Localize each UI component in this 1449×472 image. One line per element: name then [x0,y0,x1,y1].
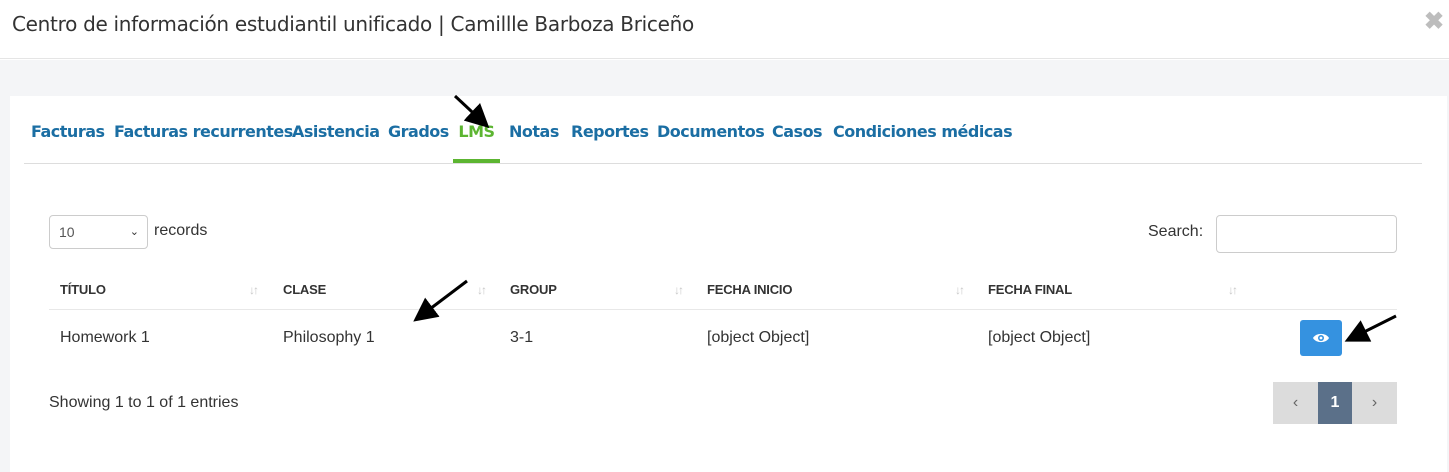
cell-clase: Philosophy 1 [283,329,375,346]
column-header-titulo[interactable]: TÍTULO [60,282,106,297]
tab-lms[interactable]: LMS [453,110,500,163]
column-header-clase[interactable]: CLASE [283,282,326,297]
cell-titulo: Homework 1 [60,329,150,346]
table-header-divider [49,309,1397,310]
cell-group: 3-1 [510,329,534,346]
sort-arrows-icon[interactable]: ↓↑ [477,283,487,297]
tab-facturas-recurrentes[interactable]: Facturas recurrentes [114,110,293,163]
chevron-down-icon: ⌄ [129,226,139,238]
sort-arrows-icon[interactable]: ↓↑ [1228,283,1238,297]
pagination-next[interactable]: › [1352,382,1397,424]
cell-fecha-final: [object Object] [988,329,1091,346]
tab-condiciones-medicas[interactable]: Condiciones médicas [833,110,1013,163]
modal-title: Centro de información estudiantil unific… [12,12,694,36]
tab-casos[interactable]: Casos [772,110,823,163]
view-button[interactable] [1300,320,1342,356]
sort-arrows-icon[interactable]: ↓↑ [674,283,684,297]
cell-fecha-inicio: [object Object] [707,329,810,346]
pagination-page-1[interactable]: 1 [1318,382,1352,424]
sort-arrows-icon[interactable]: ↓↑ [249,283,259,297]
tab-grados[interactable]: Grados [388,110,449,163]
tab-notas[interactable]: Notas [509,110,559,163]
column-header-fecha-final[interactable]: FECHA FINAL [988,282,1072,297]
tab-documentos[interactable]: Documentos [657,110,765,163]
column-header-group[interactable]: GROUP [510,282,557,297]
modal-header: Centro de información estudiantil unific… [0,0,1449,59]
column-header-fecha-inicio[interactable]: FECHA INICIO [707,282,792,297]
search-input[interactable] [1216,215,1397,253]
records-length-select[interactable]: 10 ⌄ [49,215,148,249]
tab-asistencia[interactable]: Asistencia [292,110,380,163]
tab-bar: Facturas Facturas recurrentes Asistencia… [24,110,1422,164]
records-label: records [154,222,208,239]
pagination-previous[interactable]: ‹ [1273,382,1318,424]
tab-reportes[interactable]: Reportes [571,110,649,163]
tab-facturas[interactable]: Facturas [31,110,105,163]
sort-arrows-icon[interactable]: ↓↑ [955,283,965,297]
table-info: Showing 1 to 1 of 1 entries [49,394,239,411]
close-icon[interactable]: ✖ [1422,10,1446,34]
records-length-value: 10 [59,224,75,240]
search-label: Search: [1148,223,1204,240]
eye-icon [1313,333,1329,343]
